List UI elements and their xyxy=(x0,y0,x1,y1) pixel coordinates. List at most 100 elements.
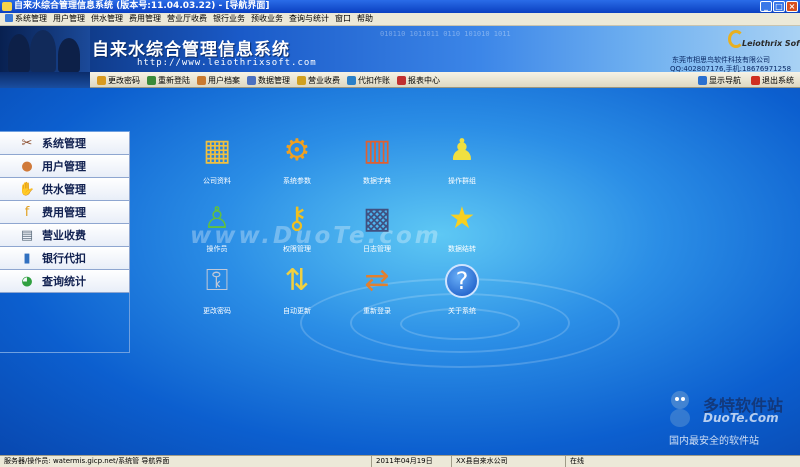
tools-icon: ✂ xyxy=(21,135,33,151)
menu-system-icon xyxy=(5,14,13,22)
function-tile-label: 日志管理 xyxy=(363,245,391,253)
banner-binary-decoration: 010110 1011011 0110 101010 1011 xyxy=(380,30,511,38)
status-online: 在线 xyxy=(570,457,584,465)
operators-icon: ♙ xyxy=(203,201,231,236)
toolbar-item-label: 用户档案 xyxy=(208,75,240,85)
quick-toolbar: 更改密码 重新登陆 用户档案 数据管理 营业收费 代扣作账 报表中心 显示导航 退出系统 xyxy=(0,72,800,88)
user-file-icon xyxy=(197,75,206,85)
function-tile[interactable]: ⚙ 系统参数 xyxy=(260,128,334,196)
function-tile[interactable]: ⇄ 重新登录 xyxy=(340,258,414,326)
toolbar-item[interactable]: 代扣作账 xyxy=(345,74,392,86)
toolbar-item[interactable]: 更改密码 xyxy=(95,74,142,86)
function-tile-label: 重新登录 xyxy=(363,307,391,315)
function-tile[interactable]: ⚷ 权限管理 xyxy=(260,196,334,264)
function-tile-label: 操作群组 xyxy=(448,177,476,185)
key-icon: ⚷ xyxy=(286,201,308,236)
function-tile-label: 数据字典 xyxy=(363,177,391,185)
status-bar: 服务器/操作员: watermis.gicp.net/系统管 导航界面 2011… xyxy=(0,455,800,467)
cashier-icon xyxy=(297,75,306,85)
function-tile[interactable]: ♟ 操作群组 xyxy=(425,128,499,196)
help-icon: ? xyxy=(445,264,479,298)
menu-users[interactable]: 用户管理 xyxy=(50,13,88,25)
function-tile[interactable]: ▥ 数据字典 xyxy=(340,128,414,196)
title-bar: 自来水综合管理信息系统 (版本号:11.04.03.22) - [导航界面] _… xyxy=(0,0,800,13)
side-nav-item[interactable]: ▤ 营业收费 xyxy=(0,224,130,247)
star-icon: ★ xyxy=(448,201,476,236)
side-nav-label: 系统管理 xyxy=(42,137,86,150)
function-tile[interactable]: ♙ 操作员 xyxy=(180,196,254,264)
banner-people-image xyxy=(0,26,90,72)
side-nav-item[interactable]: ◕ 查询统计 xyxy=(0,270,130,293)
side-nav-label: 银行代扣 xyxy=(42,252,86,265)
menu-prepaid[interactable]: 预收业务 xyxy=(248,13,286,25)
function-tile-label: 权限管理 xyxy=(283,245,311,253)
water-supply-icon: ✋ xyxy=(18,181,36,197)
function-tile-label: 公司资料 xyxy=(203,177,231,185)
app-url: http://www.leiothrixsoft.com xyxy=(137,58,317,68)
toolbar-item-label: 营业收费 xyxy=(308,75,340,85)
status-server-operator: 服务器/操作员: watermis.gicp.net/系统管 导航界面 xyxy=(0,456,372,467)
pie-chart-icon: ◕ xyxy=(21,273,33,289)
minimize-button[interactable]: _ xyxy=(760,1,772,12)
toolbar-item[interactable]: 用户档案 xyxy=(195,74,242,86)
side-nav-item[interactable]: ● 用户管理 xyxy=(0,155,130,178)
exit-button[interactable]: 退出系统 xyxy=(749,74,796,86)
cash-register-icon: ▤ xyxy=(20,227,34,243)
side-nav-empty-area xyxy=(0,293,130,353)
function-tile[interactable]: ▦ 公司资料 xyxy=(180,128,254,196)
toolbar-item-label: 报表中心 xyxy=(408,75,440,85)
menu-water-supply[interactable]: 供水管理 xyxy=(88,13,126,25)
login-icon xyxy=(147,75,156,85)
database-icon xyxy=(247,75,256,85)
film-log-icon: ▩ xyxy=(362,201,392,236)
toolbar-item[interactable]: 营业收费 xyxy=(295,74,342,86)
function-tile[interactable]: ★ 数据结转 xyxy=(425,196,499,264)
app-title: 自来水综合管理信息系统 xyxy=(92,40,290,60)
toolbar-item-label: 代扣作账 xyxy=(358,75,390,85)
company-building-icon: ▦ xyxy=(202,133,232,168)
menu-help[interactable]: 帮助 xyxy=(354,13,376,25)
function-tile[interactable]: ? 关于系统 xyxy=(425,258,499,326)
menu-bank[interactable]: 银行业务 xyxy=(210,13,248,25)
menu-fees[interactable]: 费用管理 xyxy=(126,13,164,25)
function-tile-label: 操作员 xyxy=(206,245,228,253)
safe-lock-icon: ⚿ xyxy=(205,263,229,298)
status-company: XX县自来水公司 xyxy=(452,456,566,467)
fee-icon: f xyxy=(24,204,30,220)
relogin-icon: ⇄ xyxy=(364,263,390,298)
toolbar-left-decoration xyxy=(0,72,90,88)
menu-query-stats[interactable]: 查询与统计 xyxy=(286,13,332,25)
function-tile-label: 数据结转 xyxy=(448,245,476,253)
menu-window[interactable]: 窗口 xyxy=(332,13,354,25)
function-grid: ▦ 公司资料 ⚙ 系统参数 ▥ 数据字典 ♟ 操作群组 ♙ 操作员 ⚷ 权限管理 ▩ 日志管理 ★ 数据结转 ⚿… xyxy=(180,128,520,328)
side-nav-item[interactable]: ✂ 系统管理 xyxy=(0,132,130,155)
function-tile-label: 自动更新 xyxy=(283,307,311,315)
function-tile[interactable]: ▩ 日志管理 xyxy=(340,196,414,264)
side-nav-label: 查询统计 xyxy=(42,275,86,288)
side-nav-item[interactable]: f 费用管理 xyxy=(0,201,130,224)
duote-site: DuoTe.Com xyxy=(703,411,779,425)
bank-card-icon: ▮ xyxy=(23,250,31,266)
side-nav-item[interactable]: ▮ 银行代扣 xyxy=(0,247,130,270)
maximize-button[interactable]: □ xyxy=(773,1,785,12)
app-icon xyxy=(2,2,12,11)
key-icon xyxy=(97,75,106,85)
function-tile[interactable]: ⚿ 更改密码 xyxy=(180,258,254,326)
menu-counter-charge[interactable]: 营业厅收费 xyxy=(164,13,210,25)
side-nav-label: 营业收费 xyxy=(42,229,86,242)
side-navigation: ✂ 系统管理 ● 用户管理 ✋ 供水管理 f 费用管理 ▤ 营业收费 ▮ 银行代扣 ◕ 查询统计 xyxy=(0,131,130,353)
show-nav-button[interactable]: 显示导航 xyxy=(696,74,743,86)
duote-slogan: 国内最安全的软件站 xyxy=(669,436,759,447)
duote-logo: 多特软件站 DuoTe.Com 国内最安全的软件站 xyxy=(663,386,797,450)
side-nav-item[interactable]: ✋ 供水管理 xyxy=(0,178,130,201)
function-tile-label: 更改密码 xyxy=(203,307,231,315)
menu-system[interactable]: 系统管理 xyxy=(2,13,50,25)
toolbar-item[interactable]: 重新登陆 xyxy=(145,74,192,86)
side-nav-label: 用户管理 xyxy=(42,160,86,173)
side-nav-label: 供水管理 xyxy=(42,183,86,196)
toolbar-item[interactable]: 数据管理 xyxy=(245,74,292,86)
close-button[interactable]: × xyxy=(786,1,798,12)
function-tile[interactable]: ⇅ 自动更新 xyxy=(260,258,334,326)
toolbar-item[interactable]: 报表中心 xyxy=(395,74,442,86)
side-nav-label: 费用管理 xyxy=(42,206,86,219)
